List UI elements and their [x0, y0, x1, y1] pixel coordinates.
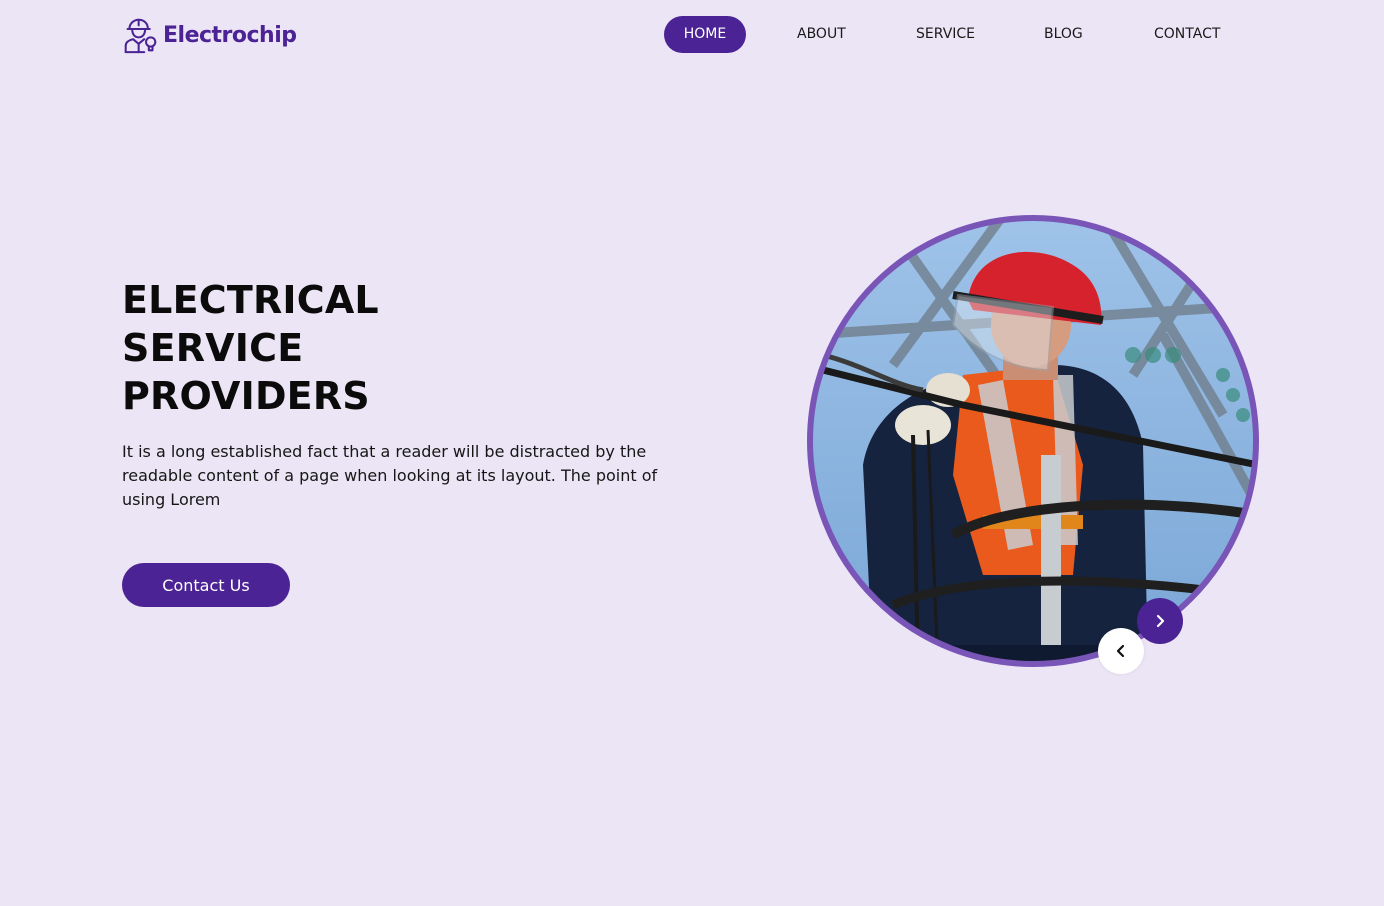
hero-image — [803, 215, 1263, 667]
hero-title-line: ELECTRICAL — [122, 278, 379, 322]
lineman-on-power-pole-photo — [807, 215, 1259, 667]
hero-title-line: PROVIDERS — [122, 374, 370, 418]
brand-logo-link[interactable]: Electrochip — [122, 16, 297, 54]
chevron-left-icon — [1116, 644, 1125, 658]
slider-prev-button[interactable] — [1098, 628, 1144, 674]
hero-title-line: SERVICE — [122, 326, 304, 370]
nav-item-service[interactable]: SERVICE — [916, 16, 975, 53]
brand-name: Electrochip — [163, 22, 297, 48]
slider-next-button[interactable] — [1137, 598, 1183, 644]
nav-item-blog[interactable]: BLOG — [1044, 16, 1083, 53]
page: Electrochip HOME ABOUT SERVICE BLOG CONT… — [0, 0, 1384, 906]
electrician-worker-icon — [124, 18, 157, 53]
nav-item-contact[interactable]: CONTACT — [1154, 16, 1220, 53]
chevron-right-icon — [1156, 614, 1165, 628]
contact-us-button[interactable]: Contact Us — [122, 563, 290, 607]
nav-item-home[interactable]: HOME — [664, 16, 746, 53]
hero-description: It is a long established fact that a rea… — [122, 442, 658, 509]
hero-title: ELECTRICAL SERVICE PROVIDERS — [122, 276, 379, 420]
nav-item-about[interactable]: ABOUT — [797, 16, 846, 53]
